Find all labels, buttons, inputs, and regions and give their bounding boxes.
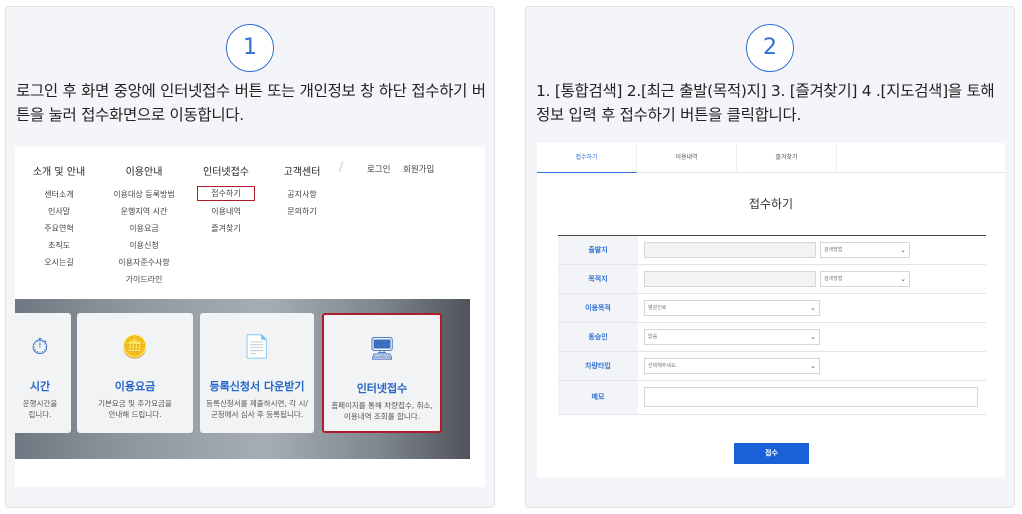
destination-input[interactable] — [644, 271, 816, 287]
destination-search-method[interactable]: 검색방법 ⌄ — [820, 271, 910, 287]
chevron-down-icon: ⌄ — [810, 362, 816, 370]
card-title: 이용요금 — [114, 380, 156, 393]
form-row-purpose: 이용목적 병원진료 ⌄ — [558, 294, 986, 323]
step-1-number: 1 — [226, 24, 274, 72]
menu-item[interactable]: 이용자준수사항 — [105, 254, 183, 271]
hours-icon: ⏱ — [31, 335, 49, 360]
tab-apply[interactable]: 접수하기 — [537, 143, 637, 173]
menu-item[interactable]: 즐겨찾기 — [197, 220, 255, 237]
select-value: 검색방법 — [824, 276, 843, 282]
document-download-icon: 📄 — [243, 335, 271, 360]
departure-input[interactable] — [644, 242, 816, 258]
field-label: 차량타입 — [558, 352, 638, 380]
card-title: 등록신청서 다운받기 — [209, 380, 305, 393]
select-value: 검색방법 — [824, 247, 843, 253]
form-row-vehicle-type: 차량타입 선택해주세요. ⌄ — [558, 352, 986, 381]
menu-divider: / — [339, 160, 344, 175]
menu-item[interactable]: 인사말 — [29, 203, 89, 220]
monitor-check-icon: 🖥 — [368, 337, 396, 362]
select-value: 선택해주세요. — [648, 363, 678, 369]
card-title: 시간 — [29, 380, 51, 393]
menu-item-apply-highlighted[interactable]: 접수하기 — [197, 186, 255, 201]
card-fee[interactable]: 🪙 이용요금 기본요금 및 추가요금을 안내해 드립니다. — [77, 313, 193, 433]
menu-item[interactable]: 운행지역 시간 — [105, 203, 183, 220]
coin-hand-icon: 🪙 — [121, 335, 149, 360]
field-label: 출발지 — [558, 236, 638, 264]
submit-button[interactable]: 접수 — [734, 443, 809, 464]
form-row-companion: 동승인 없음 ⌄ — [558, 323, 986, 352]
chevron-down-icon: ⌄ — [900, 275, 906, 283]
apply-form: 출발지 검색방법 ⌄ 목적지 검색방법 ⌄ 이용목적 병원진료 ⌄ 동승인 없음… — [558, 235, 986, 415]
chevron-down-icon: ⌄ — [810, 304, 816, 312]
service-banner: ⏱ 시간 운행시간을 립니다. 🪙 이용요금 기본요금 및 추가요금을 안내해 … — [9, 299, 470, 459]
card-desc: 운행시간을 립니다. — [22, 399, 58, 419]
form-row-memo: 메모 — [558, 381, 986, 415]
field-label: 이용목적 — [558, 294, 638, 322]
purpose-select[interactable]: 병원진료 ⌄ — [644, 300, 820, 316]
form-row-destination: 목적지 검색방법 ⌄ — [558, 265, 986, 294]
chevron-down-icon: ⌄ — [900, 246, 906, 254]
menu-item[interactable]: 이용대상 등록방법 — [105, 186, 183, 203]
step-2-panel: 2 1. [통합검색] 2.[최근 출발(목적)지] 3. [즐겨찾기] 4 .… — [525, 6, 1015, 508]
select-value: 없음 — [648, 334, 658, 340]
tab-history[interactable]: 이용내역 — [637, 143, 737, 173]
field-label: 동승인 — [558, 323, 638, 351]
card-hours[interactable]: ⏱ 시간 운행시간을 립니다. — [9, 313, 71, 433]
form-title: 접수하기 — [748, 197, 794, 211]
menu-item[interactable]: 문의하기 — [277, 203, 327, 220]
departure-search-method[interactable]: 검색방법 ⌄ — [820, 242, 910, 258]
step-1-panel: 1 로그인 후 화면 중앙에 인터넷접수 버튼 또는 개인정보 창 하단 접수하… — [5, 6, 495, 508]
step-2-description: 1. [통합검색] 2.[최근 출발(목적)지] 3. [즐겨찾기] 4 .[지… — [536, 82, 995, 124]
card-desc: 기본요금 및 추가요금을 안내해 드립니다. — [98, 399, 172, 419]
field-label: 목적지 — [558, 265, 638, 293]
step-2-number: 2 — [746, 24, 794, 72]
chevron-down-icon: ⌄ — [810, 333, 816, 341]
menu-head-internet[interactable]: 인터넷접수 — [197, 163, 255, 178]
signup-link[interactable]: 회원가입 — [403, 163, 434, 175]
menu-item[interactable]: 조직도 — [29, 237, 89, 254]
menu-item[interactable]: 이용요금 — [105, 220, 183, 237]
card-desc: 등록신청서를 제출하시면, 각 시/ 군청에서 심사 후 등록됩니다. — [206, 399, 308, 419]
vehicle-type-select[interactable]: 선택해주세요. ⌄ — [644, 358, 820, 374]
menu-item[interactable]: 센터소개 — [29, 186, 89, 203]
menu-col-support: 고객센터 공지사항 문의하기 — [277, 163, 327, 220]
menu-item[interactable]: 주요연혁 — [29, 220, 89, 237]
step-1-description: 로그인 후 화면 중앙에 인터넷접수 버튼 또는 개인정보 창 하단 접수하기 … — [16, 82, 486, 124]
menu-item[interactable]: 이용내역 — [197, 203, 255, 220]
menu-head-support[interactable]: 고객센터 — [277, 163, 327, 178]
tab-favorites[interactable]: 즐겨찾기 — [737, 143, 837, 173]
memo-input[interactable] — [644, 387, 978, 407]
menu-head-intro[interactable]: 소개 및 안내 — [29, 163, 89, 178]
apply-form-screenshot: 접수하기 이용내역 즐겨찾기 접수하기 출발지 검색방법 ⌄ 목적지 검색방법 … — [537, 143, 1005, 477]
card-desc: 홈페이지를 통해 차량접수, 취소, 이용내역 조회를 합니다. — [331, 401, 433, 421]
card-internet-apply[interactable]: 🖥 인터넷접수 홈페이지를 통해 차량접수, 취소, 이용내역 조회를 합니다. — [322, 313, 442, 433]
form-tabs: 접수하기 이용내역 즐겨찾기 — [537, 143, 1005, 173]
site-menu-screenshot: 소개 및 안내 센터소개 인사말 주요연혁 조직도 오시는길 이용안내 이용대상… — [9, 147, 485, 487]
field-label: 메모 — [558, 381, 638, 414]
select-value: 병원진료 — [648, 305, 667, 311]
menu-item[interactable]: 가이드라인 — [105, 271, 183, 288]
card-download[interactable]: 📄 등록신청서 다운받기 등록신청서를 제출하시면, 각 시/ 군청에서 심사 … — [200, 313, 314, 433]
menu-col-intro: 소개 및 안내 센터소개 인사말 주요연혁 조직도 오시는길 — [29, 163, 89, 271]
card-title: 인터넷접수 — [356, 382, 408, 395]
companion-select[interactable]: 없음 ⌄ — [644, 329, 820, 345]
form-row-departure: 출발지 검색방법 ⌄ — [558, 236, 986, 265]
menu-item[interactable]: 공지사항 — [277, 186, 327, 203]
menu-item[interactable]: 오시는길 — [29, 254, 89, 271]
menu-item[interactable]: 이용신청 — [105, 237, 183, 254]
menu-col-guide: 이용안내 이용대상 등록방법 운행지역 시간 이용요금 이용신청 이용자준수사항… — [105, 163, 183, 288]
menu-col-internet: 인터넷접수 접수하기 이용내역 즐겨찾기 — [197, 163, 255, 237]
login-link[interactable]: 로그인 — [367, 163, 390, 175]
menu-head-guide[interactable]: 이용안내 — [105, 163, 183, 178]
